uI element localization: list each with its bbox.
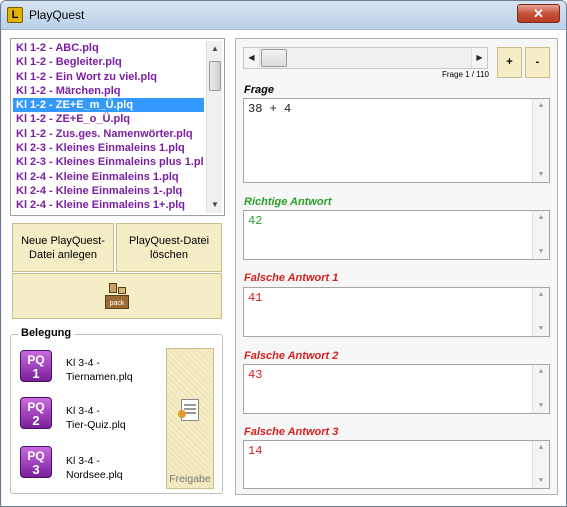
- pack-button[interactable]: pack: [12, 273, 222, 319]
- wrong-answer-3-label: Falsche Antwort 3: [244, 426, 339, 438]
- pq-slot-3-name: Kl 3-4 - Nordsee.plq: [66, 455, 123, 481]
- new-file-button[interactable]: Neue PlayQuest-Datei anlegen: [12, 223, 114, 272]
- pq-slot-2-name: Kl 3-4 - Tier-Quiz.plq: [66, 405, 126, 431]
- pq-slot-1-name: Kl 3-4 - Tiernamen.plq: [66, 357, 133, 383]
- close-button[interactable]: ✕: [517, 4, 560, 23]
- freigabe-button[interactable]: Freigabe: [166, 348, 214, 489]
- add-question-button[interactable]: +: [497, 47, 522, 78]
- list-item-selected[interactable]: Kl 1-2 - ZE+E_m_Ü.plq: [13, 98, 204, 113]
- frage-label: Frage: [244, 84, 274, 96]
- wrong-answer-3-value: 14: [248, 444, 263, 458]
- question-scroll-thumb[interactable]: [261, 49, 287, 67]
- scroll-left-icon[interactable]: ◀: [244, 48, 260, 68]
- correct-answer-scrollbar[interactable]: ▲ ▼: [532, 211, 549, 259]
- wrong-answer-1-value: 41: [248, 291, 263, 305]
- wrong-answer-3-textbox[interactable]: 14 ▲ ▼: [243, 440, 550, 489]
- pq-slot-3-icon[interactable]: PQ 3: [20, 446, 52, 478]
- wrong-answer-1-scrollbar[interactable]: ▲ ▼: [532, 288, 549, 336]
- question-editor-panel: ◀ ▶ Frage 1 / 110 + - Frage 38 + 4 ▲ ▼ Ri…: [235, 38, 558, 495]
- frage-textbox[interactable]: 38 + 4 ▲ ▼: [243, 98, 550, 183]
- list-item[interactable]: Kl 1-2 - ABC.plq: [13, 41, 204, 55]
- window-title: PlayQuest: [29, 8, 85, 22]
- list-item[interactable]: Kl 1-2 - Märchen.plq: [13, 84, 204, 98]
- correct-answer-value: 42: [248, 214, 263, 228]
- remove-question-button[interactable]: -: [525, 47, 550, 78]
- list-item[interactable]: Kl 1-2 - ZE+E_o_Ü.plq: [13, 112, 204, 126]
- file-list[interactable]: Kl 1-2 - ABC.plq Kl 1-2 - Begleiter.plq …: [13, 41, 204, 213]
- correct-answer-textbox[interactable]: 42 ▲ ▼: [243, 210, 550, 260]
- pack-icon-label: pack: [109, 300, 125, 307]
- frage-scrollbar[interactable]: ▲ ▼: [532, 99, 549, 182]
- list-item[interactable]: Kl 1-2 - Zus.ges. Namenwörter.plq: [13, 127, 204, 141]
- wrong-answer-2-scrollbar[interactable]: ▲ ▼: [532, 365, 549, 413]
- document-share-icon: [178, 399, 199, 421]
- client-area: Kl 1-2 - ABC.plq Kl 1-2 - Begleiter.plq …: [2, 30, 566, 506]
- wrong-answer-1-label: Falsche Antwort 1: [244, 272, 339, 284]
- question-scrollbar[interactable]: ◀ ▶: [243, 47, 488, 69]
- list-item[interactable]: Kl 2-3 - Kleines Einmaleins 1.plq: [13, 141, 204, 155]
- list-item[interactable]: Kl 2-4 - Kleine Einmaleins 1+.plq: [13, 198, 204, 212]
- scroll-up-icon[interactable]: ▲: [207, 41, 223, 57]
- correct-answer-label: Richtige Antwort: [244, 196, 332, 208]
- app-window: L PlayQuest ✕ Kl 1-2 - ABC.plq Kl 1-2 - …: [0, 0, 567, 507]
- title-bar: L PlayQuest ✕: [1, 1, 566, 30]
- pack-icon: pack: [103, 281, 131, 311]
- app-icon: L: [7, 7, 23, 23]
- wrong-answer-2-label: Falsche Antwort 2: [244, 350, 339, 362]
- list-item[interactable]: Kl 2-3 - Kleines Einmaleins plus 1.plq: [13, 155, 204, 169]
- delete-file-button[interactable]: PlayQuest-Datei löschen: [116, 223, 222, 272]
- scroll-down-icon[interactable]: ▼: [207, 197, 223, 213]
- freigabe-label: Freigabe: [169, 473, 211, 485]
- frage-value: 38 + 4: [248, 102, 292, 116]
- pq-slot-2-icon[interactable]: PQ 2: [20, 397, 52, 429]
- list-item[interactable]: Kl 2-4 - Kleine Einmaleins 1-.plq: [13, 184, 204, 198]
- wrong-answer-1-textbox[interactable]: 41 ▲ ▼: [243, 287, 550, 337]
- wrong-answer-2-value: 43: [248, 368, 263, 382]
- list-item[interactable]: Kl 2-4 - Kleine Einmaleins 1.plq: [13, 170, 204, 184]
- scroll-right-icon[interactable]: ▶: [471, 48, 487, 68]
- belegung-title: Belegung: [18, 327, 75, 339]
- list-item[interactable]: Kl 1-2 - Begleiter.plq: [13, 55, 204, 69]
- scroll-thumb[interactable]: [209, 61, 221, 91]
- question-counter: Frage 1 / 110: [442, 70, 489, 79]
- wrong-answer-2-textbox[interactable]: 43 ▲ ▼: [243, 364, 550, 414]
- list-item[interactable]: Kl 1-2 - Ein Wort zu viel.plq: [13, 70, 204, 84]
- wrong-answer-3-scrollbar[interactable]: ▲ ▼: [532, 441, 549, 488]
- pq-slot-1-icon[interactable]: PQ 1: [20, 350, 52, 382]
- file-list-panel: Kl 1-2 - ABC.plq Kl 1-2 - Begleiter.plq …: [10, 38, 225, 216]
- file-list-scrollbar[interactable]: ▲ ▼: [206, 41, 222, 213]
